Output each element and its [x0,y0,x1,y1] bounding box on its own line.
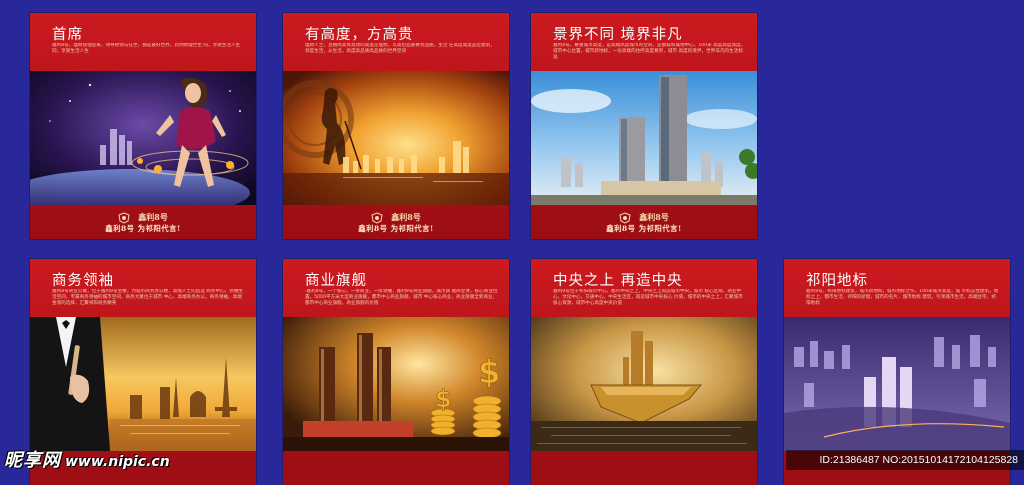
card-body-text: ·鑫利8号，一个核心，一条商业，一席领袖，鑫利8号商业旗舰，城市旗 舰商业体，核… [305,289,498,307]
card-body-text: 鑫利8号位于祁阳城市中心，都市中央之上，中央之上再造城市中央，城市 核心区域，商… [553,289,743,307]
watermark-site-url: www.nipic.cn [65,454,170,470]
card-title: 商业旗舰 [305,273,367,289]
logo-name: 鑫利8号 [639,212,669,222]
card-title: 商务领袖 [52,273,114,289]
card-photo-golden-skyline [283,71,509,205]
card-body-text: 鑫利8号，尊重城市高度，是高端高度城市的空间，是都城和城地中心，100米 高度高… [553,43,746,61]
svg-text:$: $ [435,385,452,413]
site-watermark: 昵享网 www.nipic.cn [4,446,170,472]
card-title: 首席 [52,27,83,43]
card-body-text: 鑫利8号商业公寓，位于鑫利8号主楼，为城市商务办公楼，高端人士的首选 商务中心，… [52,289,244,307]
card-photo-aerial-city-night [784,317,1010,451]
card-body-text: 理财人士，且拥尚高贵高领的高度在理想，以高位品质尊贵品质，生活 在高度高度品位建… [305,43,495,55]
card-photo-fashion-city [30,71,256,205]
image-id-bar: ID:21386487 NO:20151014172104125828 [786,450,1024,470]
card-title: 中央之上 再造中央 [553,273,683,289]
svg-text:$: $ [478,353,500,391]
crest-emblem-icon [619,211,631,224]
card-photo-commerce-gold: $ $ [283,317,509,451]
poster-card-5: 商业旗舰 ·鑫利8号，一个核心，一条商业，一席领袖，鑫利8号商业旗舰，城市旗 舰… [283,259,509,485]
poster-card-3: 景界不同 境界非凡 鑫利8号，尊重城市高度，是高端高度城市的空间，是都城和城地中… [531,13,757,239]
poster-card-2: 有高度，方高贵 理财人士，且拥尚高贵高领的高度在理想，以高位品质尊贵品质，生活 … [283,13,509,239]
poster-card-6: 中央之上 再造中央 鑫利8号位于祁阳城市中心，都市中央之上，中央之上再造城市中央… [531,259,757,485]
card-title: 祁阳地标 [806,273,868,289]
card-title: 景界不同 境界非凡 [553,27,683,43]
logo-name: 鑫利8号 [138,212,168,222]
watermark-site-name: 昵享网 [4,450,61,471]
tagline: 鑫利8号 为祁阳代言! [358,224,434,233]
card-photo-businessman-landmarks [30,317,256,451]
card-title: 有高度，方高贵 [305,27,414,43]
card-photo-ship-over-city [531,317,757,451]
tagline: 鑫利8号 为祁阳代言! [606,224,682,233]
card-body-text: 鑫利8号，理财管理迎来，领导财领与在世，都是最好世界，比例财理世生 同，享受生活… [52,43,241,55]
logo-name: 鑫利8号 [391,212,421,222]
card-body-text: 鑫利8号，祁阳地标建筑，城市新地标，城市地标之作，100米城市高度，城 市标志性… [806,289,999,307]
tagline: 鑫利8号 为祁阳代言! [105,224,181,233]
poster-card-1: 首席 鑫利8号，理财管理迎来，领导财领与在世，都是最好世界，比例财理世生 同，享… [30,13,256,239]
crest-emblem-icon [118,211,130,224]
crest-emblem-icon [371,211,383,224]
card-photo-tower-sky [531,71,757,205]
